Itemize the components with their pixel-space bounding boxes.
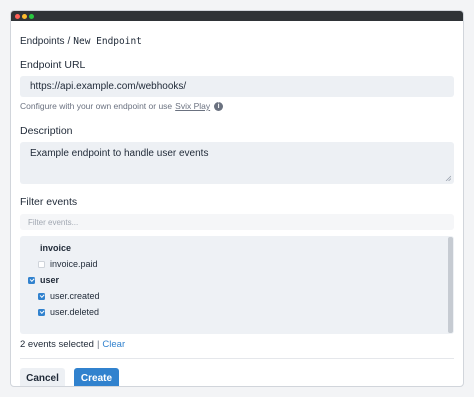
checkbox-user-created[interactable] [38, 292, 45, 300]
breadcrumb-current: New Endpoint [73, 36, 142, 47]
selection-count: 2 events selected [20, 339, 94, 350]
minimize-dot-icon[interactable] [22, 14, 27, 19]
event-tree: invoice invoice.paid user user.created u… [20, 236, 454, 334]
breadcrumb-separator: / [67, 36, 71, 47]
description-textarea[interactable]: Example endpoint to handle user events [20, 142, 454, 184]
tree-item-label: user [40, 275, 60, 285]
endpoint-url-value: https://api.example.com/webhooks/ [30, 81, 187, 92]
filter-events-label: Filter events [20, 196, 78, 208]
tree-item-label: invoice [40, 243, 72, 253]
tree-item-user[interactable]: user [28, 275, 59, 285]
svix-play-link[interactable]: Svix Play [175, 101, 210, 111]
selection-summary: 2 events selected | Clear [20, 339, 125, 350]
description-label: Description [20, 125, 73, 137]
tree-item-label: user.deleted [50, 307, 100, 317]
checkbox-invoice[interactable] [28, 245, 35, 252]
close-dot-icon[interactable] [15, 14, 20, 19]
checkbox-user[interactable] [28, 276, 35, 284]
filter-events-input[interactable]: Filter events... [20, 214, 454, 230]
tree-item-user-created[interactable]: user.created [38, 291, 100, 301]
endpoint-hint: Configure with your own endpoint or use … [20, 101, 224, 111]
tree-scrollbar[interactable] [448, 237, 453, 333]
tree-item-invoice[interactable]: invoice [28, 243, 71, 253]
breadcrumb-parent[interactable]: Endpoints [20, 36, 64, 47]
title-bar [11, 11, 463, 21]
checkbox-user-deleted[interactable] [38, 308, 45, 316]
maximize-dot-icon[interactable] [29, 14, 34, 19]
info-icon[interactable]: i [214, 101, 224, 111]
app-window: Endpoints / New Endpoint Endpoint URL http… [10, 10, 464, 387]
tree-item-label: user.created [50, 291, 100, 301]
resize-handle-icon[interactable] [445, 175, 451, 181]
hint-text: Configure with your own endpoint or use [20, 101, 173, 111]
clear-link[interactable]: Clear [102, 339, 125, 350]
filter-placeholder: Filter events... [28, 217, 79, 227]
form: Endpoints / New Endpoint Endpoint URL http… [20, 21, 454, 386]
endpoint-url-input[interactable]: https://api.example.com/webhooks/ [20, 76, 454, 97]
checkbox-invoice-paid[interactable] [38, 260, 45, 268]
description-value: Example endpoint to handle user events [30, 148, 209, 159]
tree-item-user-deleted[interactable]: user.deleted [38, 307, 99, 317]
cancel-button[interactable]: Cancel [20, 368, 65, 386]
divider [20, 358, 454, 359]
create-button[interactable]: Create [74, 368, 119, 386]
tree-item-label: invoice.paid [50, 259, 98, 269]
endpoint-url-label: Endpoint URL [20, 59, 86, 71]
tree-item-invoice-paid[interactable]: invoice.paid [38, 259, 98, 269]
breadcrumb: Endpoints / New Endpoint [20, 36, 142, 47]
